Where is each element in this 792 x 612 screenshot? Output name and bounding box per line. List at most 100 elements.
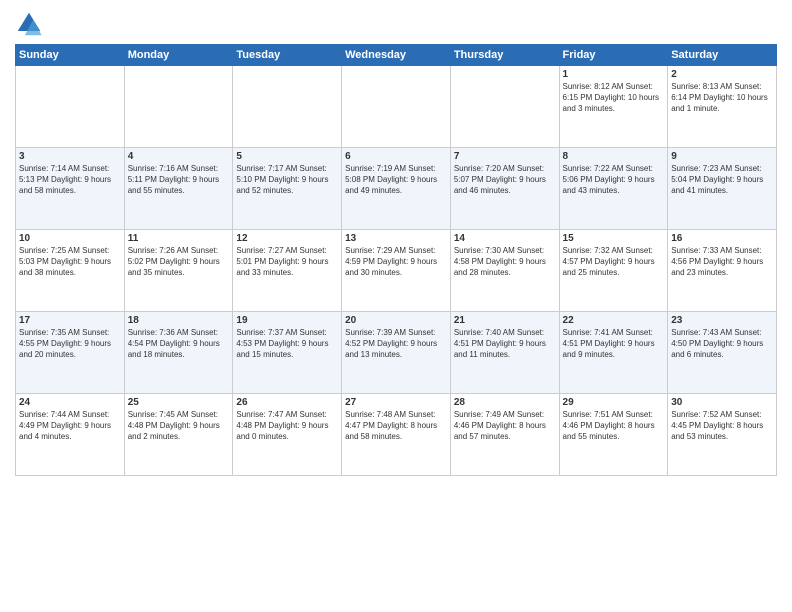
cell-info-7: Sunrise: 7:20 AM Sunset: 5:07 PM Dayligh…: [454, 163, 556, 197]
day-num-19: 19: [236, 315, 338, 326]
weekday-thursday: Thursday: [450, 45, 559, 66]
cell-0-2: [233, 66, 342, 148]
cell-2-0: 10Sunrise: 7:25 AM Sunset: 5:03 PM Dayli…: [16, 230, 125, 312]
day-num-27: 27: [345, 397, 447, 408]
day-num-20: 20: [345, 315, 447, 326]
cell-1-4: 7Sunrise: 7:20 AM Sunset: 5:07 PM Daylig…: [450, 148, 559, 230]
cell-2-2: 12Sunrise: 7:27 AM Sunset: 5:01 PM Dayli…: [233, 230, 342, 312]
cell-info-6: Sunrise: 7:19 AM Sunset: 5:08 PM Dayligh…: [345, 163, 447, 197]
day-num-25: 25: [128, 397, 230, 408]
page: SundayMondayTuesdayWednesdayThursdayFrid…: [0, 0, 792, 612]
day-num-2: 2: [671, 69, 773, 80]
cell-info-24: Sunrise: 7:44 AM Sunset: 4:49 PM Dayligh…: [19, 409, 121, 443]
day-num-6: 6: [345, 151, 447, 162]
day-num-26: 26: [236, 397, 338, 408]
cell-info-3: Sunrise: 7:14 AM Sunset: 5:13 PM Dayligh…: [19, 163, 121, 197]
cell-info-1: Sunrise: 8:12 AM Sunset: 6:15 PM Dayligh…: [563, 81, 665, 115]
day-num-10: 10: [19, 233, 121, 244]
cell-0-1: [124, 66, 233, 148]
day-num-3: 3: [19, 151, 121, 162]
cell-3-4: 21Sunrise: 7:40 AM Sunset: 4:51 PM Dayli…: [450, 312, 559, 394]
day-num-28: 28: [454, 397, 556, 408]
cell-info-12: Sunrise: 7:27 AM Sunset: 5:01 PM Dayligh…: [236, 245, 338, 279]
cell-info-21: Sunrise: 7:40 AM Sunset: 4:51 PM Dayligh…: [454, 327, 556, 361]
cell-info-25: Sunrise: 7:45 AM Sunset: 4:48 PM Dayligh…: [128, 409, 230, 443]
day-num-13: 13: [345, 233, 447, 244]
cell-3-5: 22Sunrise: 7:41 AM Sunset: 4:51 PM Dayli…: [559, 312, 668, 394]
day-num-12: 12: [236, 233, 338, 244]
weekday-tuesday: Tuesday: [233, 45, 342, 66]
cell-3-3: 20Sunrise: 7:39 AM Sunset: 4:52 PM Dayli…: [342, 312, 451, 394]
cell-info-20: Sunrise: 7:39 AM Sunset: 4:52 PM Dayligh…: [345, 327, 447, 361]
cell-0-5: 1Sunrise: 8:12 AM Sunset: 6:15 PM Daylig…: [559, 66, 668, 148]
week-row-3: 10Sunrise: 7:25 AM Sunset: 5:03 PM Dayli…: [16, 230, 777, 312]
cell-info-26: Sunrise: 7:47 AM Sunset: 4:48 PM Dayligh…: [236, 409, 338, 443]
cell-info-22: Sunrise: 7:41 AM Sunset: 4:51 PM Dayligh…: [563, 327, 665, 361]
day-num-23: 23: [671, 315, 773, 326]
cell-4-1: 25Sunrise: 7:45 AM Sunset: 4:48 PM Dayli…: [124, 394, 233, 476]
cell-info-5: Sunrise: 7:17 AM Sunset: 5:10 PM Dayligh…: [236, 163, 338, 197]
weekday-wednesday: Wednesday: [342, 45, 451, 66]
cell-info-11: Sunrise: 7:26 AM Sunset: 5:02 PM Dayligh…: [128, 245, 230, 279]
cell-2-1: 11Sunrise: 7:26 AM Sunset: 5:02 PM Dayli…: [124, 230, 233, 312]
cell-info-16: Sunrise: 7:33 AM Sunset: 4:56 PM Dayligh…: [671, 245, 773, 279]
week-row-1: 1Sunrise: 8:12 AM Sunset: 6:15 PM Daylig…: [16, 66, 777, 148]
cell-1-3: 6Sunrise: 7:19 AM Sunset: 5:08 PM Daylig…: [342, 148, 451, 230]
weekday-monday: Monday: [124, 45, 233, 66]
cell-4-4: 28Sunrise: 7:49 AM Sunset: 4:46 PM Dayli…: [450, 394, 559, 476]
day-num-11: 11: [128, 233, 230, 244]
cell-info-13: Sunrise: 7:29 AM Sunset: 4:59 PM Dayligh…: [345, 245, 447, 279]
cell-1-5: 8Sunrise: 7:22 AM Sunset: 5:06 PM Daylig…: [559, 148, 668, 230]
week-row-5: 24Sunrise: 7:44 AM Sunset: 4:49 PM Dayli…: [16, 394, 777, 476]
day-num-16: 16: [671, 233, 773, 244]
day-num-1: 1: [563, 69, 665, 80]
day-num-14: 14: [454, 233, 556, 244]
cell-2-6: 16Sunrise: 7:33 AM Sunset: 4:56 PM Dayli…: [668, 230, 777, 312]
weekday-saturday: Saturday: [668, 45, 777, 66]
day-num-4: 4: [128, 151, 230, 162]
day-num-21: 21: [454, 315, 556, 326]
cell-4-5: 29Sunrise: 7:51 AM Sunset: 4:46 PM Dayli…: [559, 394, 668, 476]
weekday-friday: Friday: [559, 45, 668, 66]
cell-1-1: 4Sunrise: 7:16 AM Sunset: 5:11 PM Daylig…: [124, 148, 233, 230]
day-num-18: 18: [128, 315, 230, 326]
cell-0-3: [342, 66, 451, 148]
day-num-17: 17: [19, 315, 121, 326]
cell-3-0: 17Sunrise: 7:35 AM Sunset: 4:55 PM Dayli…: [16, 312, 125, 394]
cell-3-6: 23Sunrise: 7:43 AM Sunset: 4:50 PM Dayli…: [668, 312, 777, 394]
cell-info-27: Sunrise: 7:48 AM Sunset: 4:47 PM Dayligh…: [345, 409, 447, 443]
cell-info-9: Sunrise: 7:23 AM Sunset: 5:04 PM Dayligh…: [671, 163, 773, 197]
header: [15, 10, 777, 38]
cell-2-3: 13Sunrise: 7:29 AM Sunset: 4:59 PM Dayli…: [342, 230, 451, 312]
day-num-22: 22: [563, 315, 665, 326]
cell-info-18: Sunrise: 7:36 AM Sunset: 4:54 PM Dayligh…: [128, 327, 230, 361]
logo: [15, 10, 47, 38]
cell-4-3: 27Sunrise: 7:48 AM Sunset: 4:47 PM Dayli…: [342, 394, 451, 476]
cell-info-4: Sunrise: 7:16 AM Sunset: 5:11 PM Dayligh…: [128, 163, 230, 197]
cell-3-2: 19Sunrise: 7:37 AM Sunset: 4:53 PM Dayli…: [233, 312, 342, 394]
cell-info-30: Sunrise: 7:52 AM Sunset: 4:45 PM Dayligh…: [671, 409, 773, 443]
cell-info-15: Sunrise: 7:32 AM Sunset: 4:57 PM Dayligh…: [563, 245, 665, 279]
day-num-7: 7: [454, 151, 556, 162]
cell-1-0: 3Sunrise: 7:14 AM Sunset: 5:13 PM Daylig…: [16, 148, 125, 230]
cell-info-17: Sunrise: 7:35 AM Sunset: 4:55 PM Dayligh…: [19, 327, 121, 361]
cell-info-23: Sunrise: 7:43 AM Sunset: 4:50 PM Dayligh…: [671, 327, 773, 361]
cell-info-2: Sunrise: 8:13 AM Sunset: 6:14 PM Dayligh…: [671, 81, 773, 115]
cell-info-28: Sunrise: 7:49 AM Sunset: 4:46 PM Dayligh…: [454, 409, 556, 443]
cell-1-6: 9Sunrise: 7:23 AM Sunset: 5:04 PM Daylig…: [668, 148, 777, 230]
cell-0-6: 2Sunrise: 8:13 AM Sunset: 6:14 PM Daylig…: [668, 66, 777, 148]
weekday-header-row: SundayMondayTuesdayWednesdayThursdayFrid…: [16, 45, 777, 66]
calendar: SundayMondayTuesdayWednesdayThursdayFrid…: [15, 44, 777, 476]
day-num-8: 8: [563, 151, 665, 162]
cell-2-5: 15Sunrise: 7:32 AM Sunset: 4:57 PM Dayli…: [559, 230, 668, 312]
weekday-sunday: Sunday: [16, 45, 125, 66]
day-num-5: 5: [236, 151, 338, 162]
day-num-15: 15: [563, 233, 665, 244]
day-num-24: 24: [19, 397, 121, 408]
logo-icon: [15, 10, 43, 38]
cell-4-2: 26Sunrise: 7:47 AM Sunset: 4:48 PM Dayli…: [233, 394, 342, 476]
cell-info-8: Sunrise: 7:22 AM Sunset: 5:06 PM Dayligh…: [563, 163, 665, 197]
cell-4-6: 30Sunrise: 7:52 AM Sunset: 4:45 PM Dayli…: [668, 394, 777, 476]
cell-3-1: 18Sunrise: 7:36 AM Sunset: 4:54 PM Dayli…: [124, 312, 233, 394]
day-num-30: 30: [671, 397, 773, 408]
